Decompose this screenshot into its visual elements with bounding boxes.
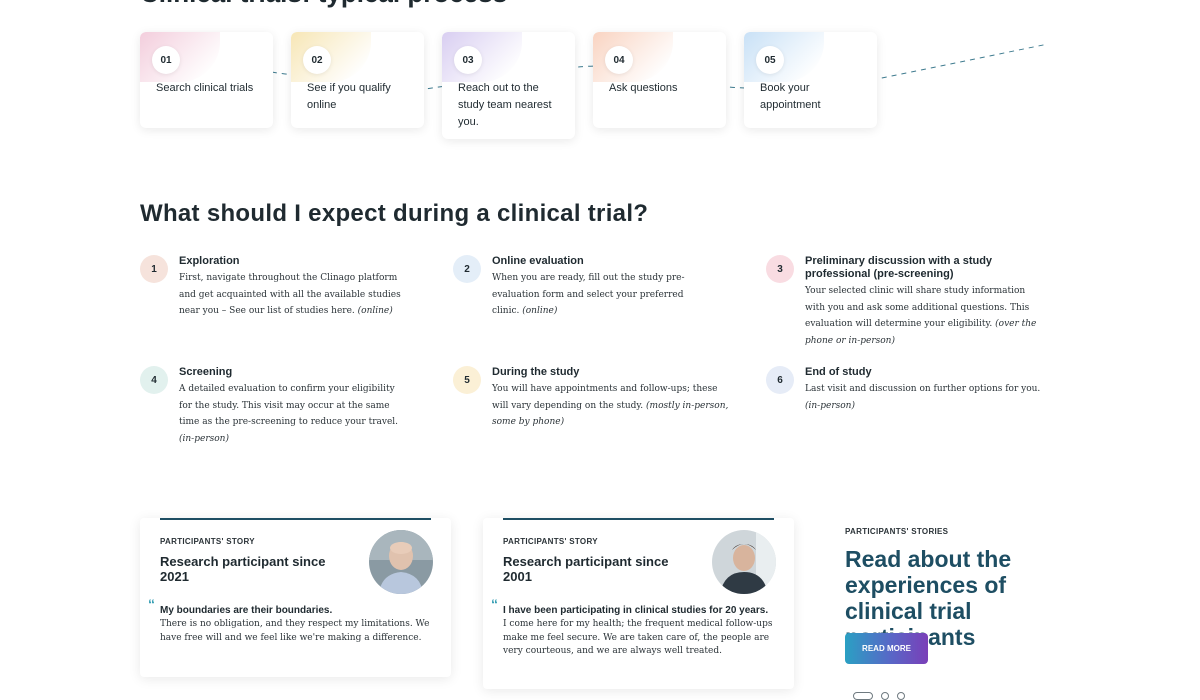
expect-note: (online) <box>357 306 393 316</box>
expect-item-3: 3 Preliminary discussion with a study pr… <box>766 255 1041 349</box>
expect-heading: Exploration <box>179 255 240 267</box>
expect-item-2: 2 Online evaluation When you are ready, … <box>453 255 708 320</box>
avatar <box>712 530 776 594</box>
quote-icon: “ <box>148 596 155 612</box>
quote-icon: “ <box>491 596 498 612</box>
story-heading: Research participant since 2021 <box>160 554 326 584</box>
story-quote: My boundaries are their boundaries. <box>160 605 333 616</box>
expect-heading: Screening <box>179 366 233 378</box>
step-text: Ask questions <box>609 82 678 94</box>
story-body: There is no obligation, and they respect… <box>160 619 430 643</box>
expect-note: (online) <box>522 306 558 316</box>
story-card-2[interactable]: PARTICIPANTS' STORY Research participant… <box>483 518 794 689</box>
expect-item-5: 5 During the study You will have appoint… <box>453 366 733 431</box>
carousel-dot[interactable] <box>881 692 889 700</box>
step-text: See if you qualify online <box>307 82 391 111</box>
expect-description: A detailed evaluation to confirm your el… <box>179 384 399 444</box>
expect-item-4: 4 Screening A detailed evaluation to con… <box>140 366 410 447</box>
step-card-1: 01 Search clinical trials <box>140 32 273 128</box>
expect-item-1: 1 Exploration First, navigate throughout… <box>140 255 410 320</box>
expect-number-badge: 3 <box>766 255 794 283</box>
step-number: 04 <box>605 46 633 74</box>
expect-note: (in-person) <box>805 400 855 411</box>
step-number: 02 <box>303 46 331 74</box>
expect-heading: Online evaluation <box>492 255 584 267</box>
expect-description: First, navigate throughout the Clinago p… <box>179 273 401 316</box>
carousel-pagination <box>853 692 905 700</box>
step-number: 01 <box>152 46 180 74</box>
expect-number-badge: 1 <box>140 255 168 283</box>
stories-section-tag: PARTICIPANTS' STORIES <box>845 527 949 536</box>
expect-item-6: 6 End of study Last visit and discussion… <box>766 366 1051 414</box>
expect-heading: During the study <box>492 366 580 378</box>
step-card-2: 02 See if you qualify online <box>291 32 424 128</box>
step-text: Search clinical trials <box>156 82 254 94</box>
step-text: Book your appointment <box>760 82 821 111</box>
carousel-dot[interactable] <box>897 692 905 700</box>
step-number: 03 <box>454 46 482 74</box>
avatar <box>369 530 433 594</box>
step-card-5: 05 Book your appointment <box>744 32 877 128</box>
expect-description: When you are ready, fill out the study p… <box>492 273 685 316</box>
step-card-4: 04 Ask questions <box>593 32 726 128</box>
expect-heading: Preliminary discussion with a study prof… <box>805 255 993 280</box>
story-body: I come here for my health; the frequent … <box>503 619 773 656</box>
expect-title: What should I expect during a clinical t… <box>140 200 649 227</box>
expect-description: Your selected clinic will share study in… <box>805 286 1037 346</box>
step-card-3: 03 Reach out to the study team nearest y… <box>442 32 575 139</box>
expect-heading: End of study <box>805 366 872 378</box>
carousel-dot[interactable] <box>853 692 873 700</box>
expect-number-badge: 4 <box>140 366 168 394</box>
step-number: 05 <box>756 46 784 74</box>
step-text: Reach out to the study team nearest you. <box>458 82 552 128</box>
story-accent-bar <box>160 518 431 520</box>
read-more-button[interactable]: READ MORE <box>845 633 928 664</box>
expect-number-badge: 5 <box>453 366 481 394</box>
story-accent-bar <box>503 518 774 520</box>
expect-number-badge: 2 <box>453 255 481 283</box>
expect-description: You will have appointments and follow-up… <box>492 384 729 427</box>
story-quote: I have been participating in clinical st… <box>503 605 769 616</box>
story-card-1[interactable]: PARTICIPANTS' STORY Research participant… <box>140 518 451 677</box>
expect-description: Last visit and discussion on further opt… <box>805 384 1041 411</box>
story-heading: Research participant since 2001 <box>503 554 669 584</box>
expect-note: (in-person) <box>179 433 229 444</box>
expect-number-badge: 6 <box>766 366 794 394</box>
